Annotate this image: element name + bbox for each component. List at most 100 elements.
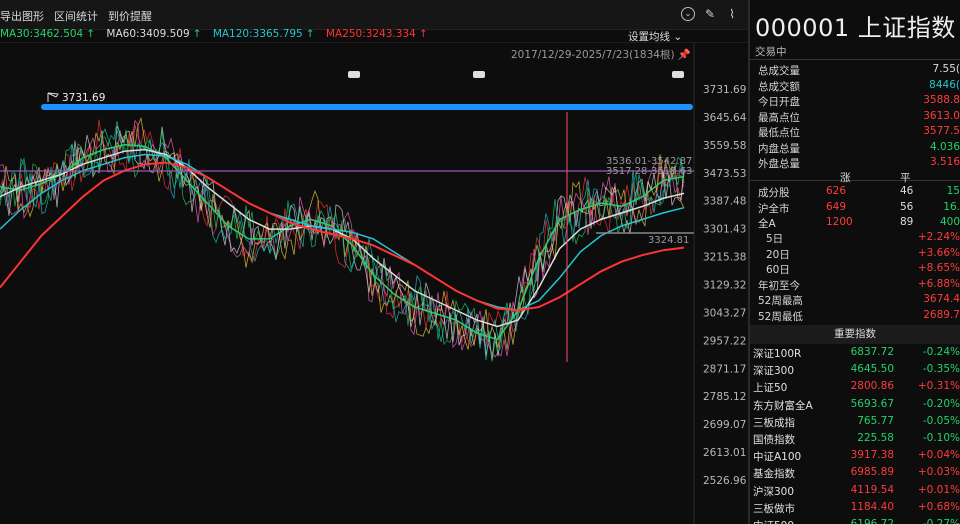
index-row[interactable]: 基金指数 6985.89 +0.03% xyxy=(750,466,960,483)
index-change: -0.20% xyxy=(922,397,960,410)
index-value: 5693.67 xyxy=(850,397,894,410)
breadth-down: 400 xyxy=(939,216,960,228)
breadth-up: 626 xyxy=(826,185,847,197)
index-value: 3917.38 xyxy=(850,449,894,462)
settings-ma-button[interactable]: 设置均线 ⌄ xyxy=(628,29,682,44)
breadth-row: 成分股 626 46 15 xyxy=(758,185,960,200)
index-value: 2800.86 xyxy=(850,380,894,393)
breadth-label: 成分股 xyxy=(758,187,790,199)
index-name: 基金指数 xyxy=(753,468,795,481)
breadth-up: 649 xyxy=(826,200,847,213)
index-row[interactable]: 上证50 2800.86 +0.31% xyxy=(750,380,960,397)
period-value: +6.88% xyxy=(917,277,960,290)
stat-label: 总成交量 xyxy=(758,65,800,77)
chart-canvas[interactable]: 3731.69 3645.64 3559.58 3473.53 3387.48 3301.… xyxy=(0,42,748,524)
y-tick-label: 3215.38 xyxy=(703,252,746,264)
index-change: -0.35% xyxy=(922,363,960,376)
interval-stats-button[interactable]: 区间统计 xyxy=(54,8,98,24)
index-name: 中证A100 xyxy=(753,451,802,464)
period-row: 52周最高 3674.4 xyxy=(758,293,960,308)
peak-flag-icon xyxy=(47,92,59,102)
stat-row: 最低点位 3577.5 xyxy=(758,125,960,140)
period-value: 3674.4 xyxy=(923,293,960,305)
stat-label: 最低点位 xyxy=(758,127,800,139)
index-name: 深证100R xyxy=(753,348,802,360)
stat-value: 3613.0 xyxy=(923,109,960,122)
index-value: 6985.89 xyxy=(850,466,894,479)
breadth-row: 沪全市 649 56 16. xyxy=(758,201,960,216)
period-row: 60日 +8.65% xyxy=(758,262,960,277)
y-tick-label: 3731.69 xyxy=(703,84,746,96)
index-change: -0.05% xyxy=(922,414,960,427)
price-trace xyxy=(0,126,685,361)
index-row[interactable]: 深证300 4645.50 -0.35% xyxy=(750,363,960,380)
ma120-label: MA120:3365.795 ↑ xyxy=(212,28,315,40)
kline-chart[interactable]: 3731.69 3645.64 3559.58 3473.53 3387.48 3301.… xyxy=(0,31,748,524)
y-tick-label: 3129.32 xyxy=(703,280,746,292)
stock-title: 000001 上证指数 xyxy=(755,14,956,42)
breadth-flat-header: 平 xyxy=(900,172,911,184)
breadth-down: 16. xyxy=(943,200,960,213)
y-tick-label: 3645.64 xyxy=(703,112,747,124)
event-marker-icon xyxy=(473,71,485,78)
index-row[interactable]: 国债指数 225.58 -0.10% xyxy=(750,432,960,449)
price-trace xyxy=(0,119,685,358)
index-change: +0.68% xyxy=(917,500,960,513)
period-label: 52周最低 xyxy=(758,310,803,323)
pin-icon[interactable]: 📌 xyxy=(678,49,691,61)
breadth-up-header: 涨 xyxy=(840,172,851,184)
breadth-flat: 89 xyxy=(900,216,914,228)
index-row[interactable]: 三板成指 765.77 -0.05% xyxy=(750,415,960,432)
index-name: 三板做市 xyxy=(753,502,795,515)
price-alert-button[interactable]: 到价提醒 xyxy=(108,8,152,24)
index-value: 4119.54 xyxy=(850,483,894,496)
date-range-label: 2017/12/29-2025/7/23(1834根) 📌 xyxy=(511,49,691,61)
brush-icon[interactable]: ⌇ xyxy=(725,7,739,21)
stat-row: 总成交量 7.55( xyxy=(758,63,960,78)
ma-legend: MA30:3462.504 ↑ MA60:3409.509 ↑ MA120:3365… xyxy=(0,28,436,42)
index-name: 国债指数 xyxy=(753,434,795,446)
y-tick-label: 2871.17 xyxy=(703,363,746,375)
stat-value: 7.55( xyxy=(932,63,960,75)
index-row[interactable]: 中证500 6196.72 -0.27% xyxy=(750,518,960,524)
index-change: -0.24% xyxy=(922,346,960,358)
stat-row: 内盘总量 4.036 xyxy=(758,141,960,156)
export-chart-button[interactable]: 导出图形 xyxy=(0,8,44,24)
ma30-line xyxy=(0,143,685,341)
index-name: 深证300 xyxy=(753,365,795,378)
index-row[interactable]: 中证A100 3917.38 +0.04% xyxy=(750,449,960,466)
stat-label: 总成交额 xyxy=(758,80,800,93)
y-tick-label: 3387.48 xyxy=(703,196,746,208)
period-value: +3.66% xyxy=(917,246,960,259)
index-row[interactable]: 沪深300 4119.54 +0.01% xyxy=(750,484,960,501)
y-tick-label: 3043.27 xyxy=(703,307,746,319)
price-trace xyxy=(0,121,685,362)
period-row: 52周最低 2689.7 xyxy=(758,309,960,324)
index-name: 中证500 xyxy=(753,518,794,524)
index-change: +0.03% xyxy=(917,466,960,479)
breadth-label: 全A xyxy=(758,218,776,230)
stat-label: 最高点位 xyxy=(758,111,800,124)
breadth-up: 1200 xyxy=(826,216,853,228)
pen-icon[interactable]: ✎ xyxy=(703,7,717,21)
ma30-label: MA30:3462.504 ↑ xyxy=(0,28,96,40)
index-value: 225.58 xyxy=(857,432,894,444)
y-tick-label: 2526.96 xyxy=(703,475,747,487)
stat-row: 今日开盘 3588.8 xyxy=(758,94,960,109)
ma60-label: MA60:3409.509 ↑ xyxy=(106,28,202,40)
index-row[interactable]: 深证100R 6837.72 -0.24% xyxy=(750,346,960,363)
period-row: 20日 +3.66% xyxy=(758,247,960,262)
y-tick-label: 3473.53 xyxy=(703,168,746,180)
y-tick-label: 3559.58 xyxy=(703,140,746,152)
y-tick-label: 3301.43 xyxy=(703,224,746,236)
y-tick-label: 2699.07 xyxy=(703,419,746,431)
stat-row: 外盘总量 3.516 xyxy=(758,156,960,171)
period-row: 年初至今 +6.88% xyxy=(758,278,960,293)
level-label-3: 3324.81 xyxy=(648,235,690,246)
y-tick-label: 2613.01 xyxy=(703,447,746,459)
stat-value: 3577.5 xyxy=(923,125,960,137)
index-row[interactable]: 三板做市 1184.40 +0.68% xyxy=(750,501,960,518)
chevron-down-icon[interactable]: ⌄ xyxy=(681,7,695,21)
index-row[interactable]: 东方财富全A 5693.67 -0.20% xyxy=(750,398,960,415)
index-change: +0.04% xyxy=(917,449,960,462)
